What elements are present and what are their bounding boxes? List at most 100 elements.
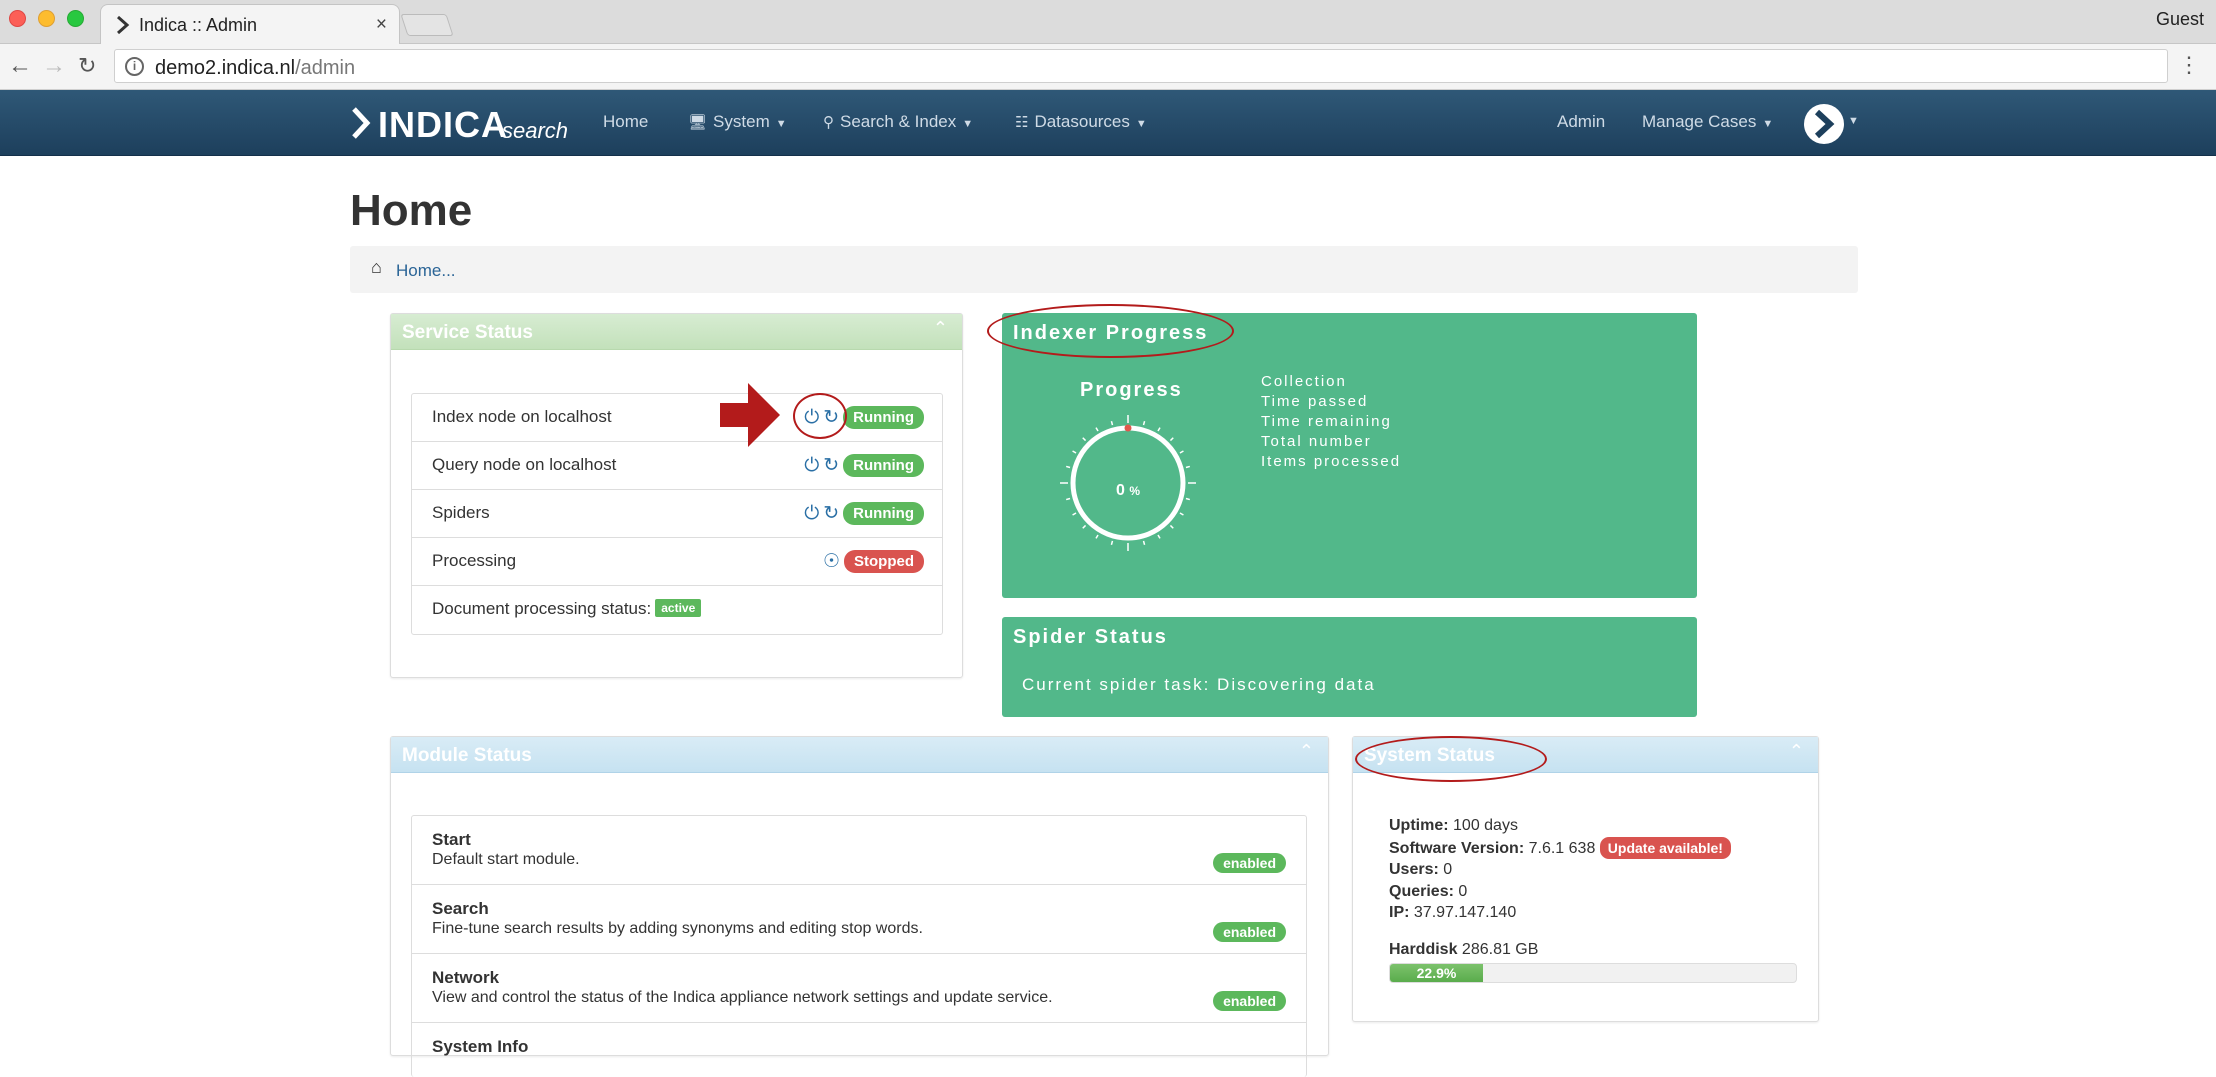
module-name: Start <box>432 830 471 849</box>
harddisk-progress-fill: 22.9% <box>1390 964 1483 982</box>
sitemap-icon: ☷ <box>1015 114 1029 131</box>
harddisk-row: Harddisk 286.81 GB <box>1389 941 1538 959</box>
module-status-title: Module Status <box>402 745 532 766</box>
gauge-tick <box>1065 465 1071 469</box>
progress-value: 0 <box>1115 482 1125 499</box>
nav-system[interactable]: 🖥 System ▼ <box>688 112 787 132</box>
module-row-network: Network View and control the status of t… <box>412 954 1306 1023</box>
annotation-arrow-icon <box>720 383 780 447</box>
service-list: Index node on localhost ⏻ ↻ Running Quer… <box>411 393 943 635</box>
restart-icon[interactable]: ↻ <box>823 455 839 476</box>
tab-title: Indica :: Admin <box>139 15 258 35</box>
field-total-number: Total number <box>1261 433 1372 450</box>
queries-value: 0 <box>1458 882 1468 900</box>
chevron-down-icon: ▼ <box>1135 118 1147 130</box>
gauge-tick <box>1142 540 1146 546</box>
window-minimize-button[interactable] <box>38 10 55 27</box>
progress-fields: Collection Time passed Time remaining To… <box>1261 372 1401 472</box>
breadcrumb-home-link[interactable]: Home... <box>396 261 456 281</box>
status-badge: Running <box>843 406 924 429</box>
version-label: Software Version: <box>1389 839 1525 857</box>
gauge-tick <box>1082 524 1087 529</box>
reload-icon[interactable]: ↻ <box>78 53 96 79</box>
service-row-doc-processing: Document processing status: active <box>412 586 942 634</box>
gauge-tick <box>1179 450 1184 454</box>
brand-word: INDICA <box>378 104 508 145</box>
service-row-processing: Processing ☉ Stopped <box>412 538 942 586</box>
gauge-tick <box>1072 512 1077 516</box>
uptime-value: 100 days <box>1453 817 1518 834</box>
service-status-header: Service Status ⌃ <box>391 314 962 350</box>
module-status-panel: Module Status ⌃ Start Default start modu… <box>390 736 1329 1077</box>
back-arrow-icon[interactable]: ← <box>8 53 32 79</box>
harddisk-label: Harddisk <box>1389 941 1458 958</box>
users-label: Users: <box>1389 861 1439 878</box>
gauge-tick <box>1110 540 1114 546</box>
browser-tab[interactable]: Indica :: Admin × <box>100 4 400 44</box>
user-avatar-icon <box>1814 109 1835 139</box>
module-row-system-info: System Info <box>412 1023 1306 1077</box>
chevron-down-icon: ▼ <box>962 118 974 130</box>
chevron-down-icon[interactable]: ▼ <box>1848 115 1859 127</box>
url-input[interactable]: i demo2.indica.nl/admin <box>114 49 2168 83</box>
nav-system-label: System <box>713 112 770 131</box>
gauge-tick <box>1082 437 1087 442</box>
forward-arrow-icon[interactable]: → <box>42 53 66 79</box>
update-available-badge[interactable]: Update available! <box>1599 836 1731 859</box>
status-badge: Stopped <box>844 550 924 573</box>
new-tab-button[interactable] <box>400 14 454 36</box>
field-collection: Collection <box>1261 373 1347 390</box>
nav-admin-label: Admin <box>1557 112 1606 131</box>
brand-sub: search <box>502 118 569 143</box>
status-badge: Running <box>843 502 924 525</box>
service-row-spiders: Spiders ⏻ ↻ Running <box>412 490 942 538</box>
service-status-panel: Service Status ⌃ Index node on localhost… <box>390 313 963 678</box>
nav-home-label: Home <box>603 112 649 131</box>
service-label: Index node on localhost <box>432 407 612 426</box>
chevron-up-icon[interactable]: ⌃ <box>1789 741 1804 762</box>
module-name: System Info <box>432 1037 529 1056</box>
nav-home[interactable]: Home <box>603 112 648 132</box>
harddisk-progress: 22.9% <box>1389 963 1797 983</box>
chevron-up-icon[interactable]: ⌃ <box>1299 741 1314 762</box>
home-icon: ⌂ <box>371 257 382 277</box>
avatar[interactable] <box>1804 104 1844 144</box>
module-row-start: Start Default start module. enabled <box>412 816 1306 885</box>
profile-label[interactable]: Guest <box>2156 9 2204 30</box>
nav-datasources[interactable]: ☷ Datasources ▼ <box>1015 112 1147 132</box>
monitor-icon: 🖥 <box>688 114 708 131</box>
spider-status-panel: Spider Status Current spider task: Disco… <box>1002 617 1697 717</box>
tab-close-icon[interactable]: × <box>376 14 387 36</box>
spider-status-title: Spider Status <box>1013 626 1168 648</box>
service-label: Processing <box>432 551 517 570</box>
module-row-search: Search Fine-tune search results by addin… <box>412 885 1306 954</box>
window-close-button[interactable] <box>9 10 26 27</box>
field-items-processed: Items processed <box>1261 453 1402 470</box>
power-icon[interactable]: ⏻ <box>804 503 819 524</box>
gauge-tick <box>1157 534 1161 539</box>
url-text: demo2.indica.nl/admin <box>155 57 355 80</box>
module-desc: Default start module. <box>432 851 580 868</box>
play-circle-icon[interactable]: ☉ <box>823 551 840 572</box>
breadcrumb: ⌂ Home... <box>350 246 1858 293</box>
site-info-icon[interactable]: i <box>125 57 144 76</box>
gauge-tick <box>1110 420 1114 426</box>
gauge-tick <box>1169 524 1174 529</box>
nav-admin[interactable]: Admin <box>1557 112 1605 132</box>
gauge-tick <box>1169 437 1174 442</box>
ip-value: 37.97.147.140 <box>1413 904 1517 921</box>
nav-search-index[interactable]: ⚲ Search & Index ▼ <box>823 112 973 132</box>
chevron-down-icon: ▼ <box>1762 118 1774 130</box>
status-badge: Running <box>843 454 924 477</box>
power-icon[interactable]: ⏻ <box>804 455 819 476</box>
nav-manage-cases[interactable]: Manage Cases ▼ <box>1642 112 1773 132</box>
chevron-up-icon[interactable]: ⌃ <box>933 318 948 339</box>
browser-tabstrip: Indica :: Admin × Guest <box>0 0 2216 44</box>
window-zoom-button[interactable] <box>67 10 84 27</box>
progress-percent: 0 % <box>1058 482 1198 500</box>
browser-menu-icon[interactable]: ⋮ <box>2178 54 2200 76</box>
page-title: Home <box>350 186 473 235</box>
module-name: Search <box>432 899 489 918</box>
restart-icon[interactable]: ↻ <box>823 503 839 524</box>
gauge-tick <box>1185 465 1191 469</box>
